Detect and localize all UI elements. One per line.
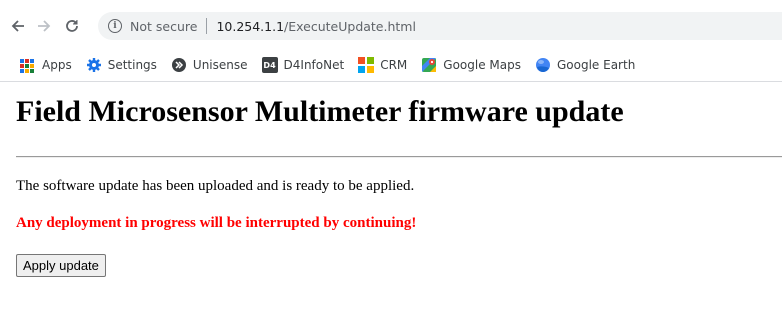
crm-icon — [358, 57, 375, 73]
bookmark-label: CRM — [380, 58, 408, 72]
bookmark-settings[interactable]: Settings — [86, 57, 157, 73]
google-earth-icon — [535, 57, 551, 73]
deployment-warning: Any deployment in progress will be inter… — [16, 215, 417, 231]
bookmark-label: Settings — [107, 58, 157, 72]
bookmark-google-earth[interactable]: Google Earth — [535, 57, 635, 73]
reload-icon[interactable] — [60, 14, 84, 38]
forward-arrow-icon[interactable] — [32, 14, 56, 38]
d4-icon: D4 — [261, 57, 278, 73]
info-icon[interactable]: i — [108, 19, 122, 33]
bookmark-label: Google Maps — [443, 58, 521, 72]
page-title: Field Microsensor Multimeter firmware up… — [16, 95, 624, 128]
browser-toolbar: i Not secure 10.254.1.1/ExecuteUpdate.ht… — [0, 0, 782, 82]
apps-grid-icon — [20, 57, 36, 73]
bookmark-label: Apps — [42, 58, 72, 72]
horizontal-rule — [16, 156, 782, 158]
bookmark-d4infonet[interactable]: D4 D4InfoNet — [261, 57, 345, 73]
bookmark-label: Unisense — [192, 58, 248, 72]
bookmark-label: D4InfoNet — [283, 58, 345, 72]
bookmark-unisense[interactable]: Unisense — [171, 57, 248, 73]
unisense-icon — [171, 57, 187, 73]
bookmark-label: Google Earth — [556, 58, 636, 72]
url-host: 10.254.1.1 — [216, 18, 285, 34]
bookmark-google-maps[interactable]: Google Maps — [421, 57, 521, 73]
gear-icon — [86, 57, 102, 73]
apply-update-button[interactable]: Apply update — [16, 254, 106, 277]
bookmarks-bar: Apps Settings Unisense D4 D4InfoNet CRM — [0, 52, 782, 78]
bookmark-apps[interactable]: Apps — [20, 57, 72, 73]
security-label: Not secure — [130, 18, 198, 34]
address-bar[interactable]: i Not secure 10.254.1.1/ExecuteUpdate.ht… — [98, 12, 782, 40]
bookmark-crm[interactable]: CRM — [358, 57, 407, 73]
back-arrow-icon[interactable] — [6, 14, 30, 38]
google-maps-icon — [421, 57, 437, 73]
upload-status-message: The software update has been uploaded an… — [16, 178, 415, 194]
url-separator — [206, 18, 208, 34]
url-path: /ExecuteUpdate.html — [284, 18, 416, 34]
